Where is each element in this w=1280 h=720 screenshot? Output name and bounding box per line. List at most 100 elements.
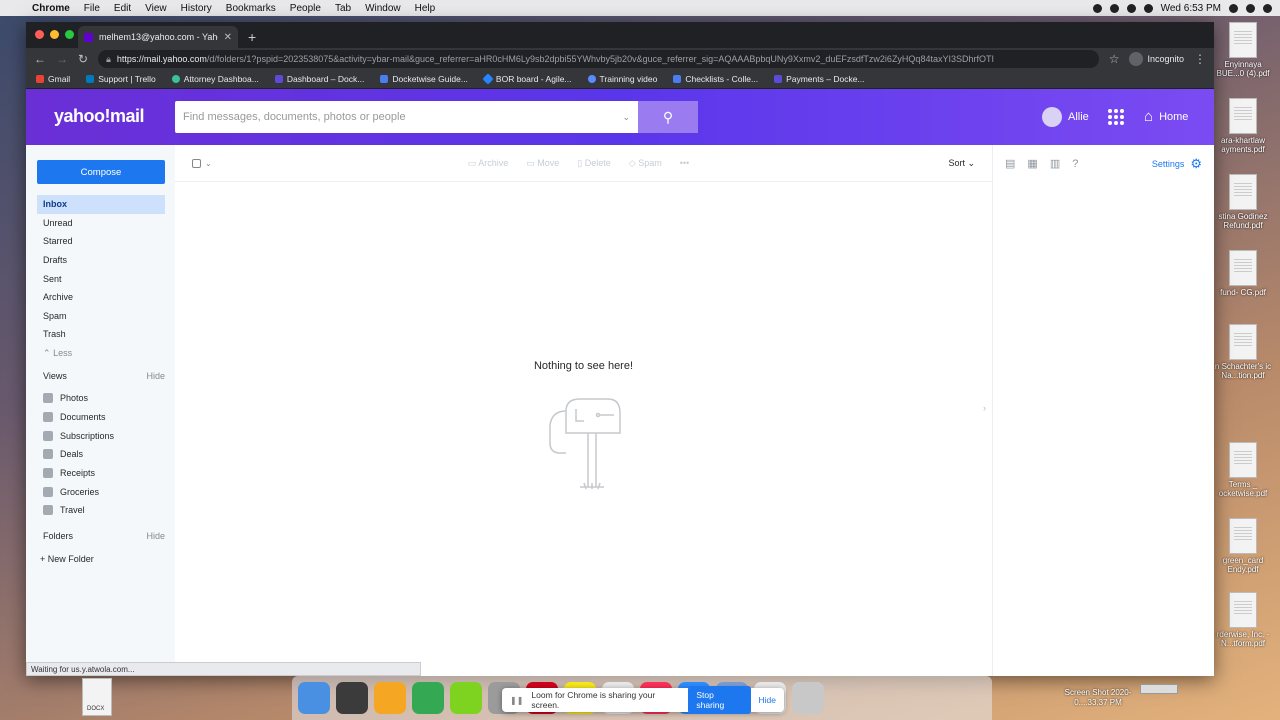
screenshot-thumbnail[interactable] bbox=[1140, 684, 1178, 694]
bookmark-item[interactable]: Payments – Docke... bbox=[774, 74, 865, 84]
menu-window[interactable]: Window bbox=[365, 3, 401, 14]
dock-app-icon[interactable] bbox=[336, 682, 368, 714]
bookmark-item[interactable]: Dashboard – Dock... bbox=[274, 74, 364, 84]
reload-icon[interactable]: ↻ bbox=[78, 52, 88, 66]
spam-button[interactable]: ◇ Spam bbox=[629, 158, 662, 169]
browser-tab[interactable]: melhem13@yahoo.com - Yahoo ✕ bbox=[78, 26, 238, 48]
archive-button[interactable]: ▭ Archive bbox=[468, 158, 509, 169]
dock-app-icon[interactable] bbox=[412, 682, 444, 714]
sidebar-item-travel[interactable]: Travel bbox=[43, 501, 165, 520]
search-icon[interactable] bbox=[1229, 3, 1238, 13]
menu-chrome[interactable]: Chrome bbox=[32, 3, 70, 14]
incognito-indicator[interactable]: Incognito bbox=[1129, 52, 1184, 66]
bookmark-item[interactable]: BOR board - Agile... bbox=[482, 73, 572, 85]
dock-app-icon[interactable] bbox=[298, 682, 330, 714]
views-hide-link[interactable]: Hide bbox=[146, 371, 165, 381]
yahoo-mail-logo[interactable]: yahoo!mail bbox=[54, 106, 145, 127]
sidebar-item-inbox[interactable]: Inbox bbox=[37, 195, 165, 214]
menu-view[interactable]: View bbox=[145, 3, 167, 14]
search-button[interactable]: ⚲ bbox=[638, 101, 698, 133]
desktop-file[interactable]: Enyinnaya BUE...0 (4).pdf bbox=[1210, 22, 1276, 78]
sidebar-item-trash[interactable]: Trash bbox=[37, 325, 165, 344]
forward-icon[interactable]: → bbox=[56, 52, 68, 66]
menu-tab[interactable]: Tab bbox=[335, 3, 351, 14]
menu-file[interactable]: File bbox=[84, 3, 100, 14]
dock-app-icon[interactable] bbox=[450, 682, 482, 714]
address-bar[interactable]: 🔒︎ https://mail.yahoo.com/d/folders/1?ps… bbox=[98, 50, 1099, 68]
zoom-window-icon[interactable] bbox=[65, 30, 74, 39]
desktop-file[interactable]: green_card Endy.pdf bbox=[1210, 518, 1276, 574]
new-folder-button[interactable]: + New Folder bbox=[40, 554, 94, 564]
dock-app-icon[interactable] bbox=[792, 682, 824, 714]
desktop-file[interactable]: Terms _ ocketwise.pdf bbox=[1210, 442, 1276, 498]
notepad-icon[interactable]: ▥ bbox=[1050, 157, 1060, 170]
bookmark-item[interactable]: Gmail bbox=[36, 74, 70, 84]
sidebar-item-spam[interactable]: Spam bbox=[37, 307, 165, 326]
siri-icon[interactable] bbox=[1246, 3, 1255, 13]
more-actions-button[interactable]: ••• bbox=[680, 158, 689, 168]
chevron-down-icon[interactable]: ⌄ bbox=[205, 159, 212, 168]
delete-button[interactable]: ▯ Delete bbox=[577, 158, 610, 169]
desktop-file[interactable]: n Schachter's ic Na...tion.pdf bbox=[1210, 324, 1276, 380]
select-all-checkbox[interactable] bbox=[192, 158, 201, 168]
folders-hide-link[interactable]: Hide bbox=[146, 531, 165, 541]
sidebar-less-toggle[interactable]: ⌃ Less bbox=[37, 344, 165, 363]
apps-grid-icon[interactable] bbox=[1108, 109, 1124, 125]
sidebar-item-unread[interactable]: Unread bbox=[37, 214, 165, 233]
sidebar-item-archive[interactable]: Archive bbox=[37, 288, 165, 307]
menu-people[interactable]: People bbox=[290, 3, 321, 14]
contacts-icon[interactable]: ▤ bbox=[1005, 157, 1015, 170]
battery-icon[interactable] bbox=[1143, 3, 1153, 13]
chrome-menu-icon[interactable]: ⋮ bbox=[1194, 52, 1206, 66]
menu-edit[interactable]: Edit bbox=[114, 3, 131, 14]
back-icon[interactable]: ← bbox=[34, 52, 46, 66]
bookmark-item[interactable]: Checklists - Colle... bbox=[673, 74, 758, 84]
search-input[interactable]: Find messages, documents, photos or peop… bbox=[175, 101, 638, 133]
minimize-window-icon[interactable] bbox=[50, 30, 59, 39]
sidebar-item-drafts[interactable]: Drafts bbox=[37, 251, 165, 270]
new-tab-button[interactable]: + bbox=[248, 29, 256, 45]
sidebar-item-receipts[interactable]: Receipts bbox=[43, 464, 165, 483]
pause-icon[interactable]: ❚❚ bbox=[510, 696, 523, 705]
user-profile[interactable]: Allie bbox=[1042, 107, 1089, 127]
bookmark-item[interactable]: Attorney Dashboa... bbox=[171, 74, 259, 84]
hide-banner-button[interactable]: Hide bbox=[759, 695, 776, 705]
home-link[interactable]: ⌂ Home bbox=[1144, 108, 1188, 125]
desktop-file[interactable]: fund- CG.pdf bbox=[1210, 250, 1276, 297]
sidebar-item-deals[interactable]: Deals bbox=[43, 445, 165, 464]
loom-icon[interactable] bbox=[1109, 3, 1119, 13]
sidebar-item-photos[interactable]: Photos bbox=[43, 389, 165, 408]
microphone-icon[interactable] bbox=[1092, 3, 1102, 13]
settings-button[interactable]: Settings ⚙ bbox=[1152, 156, 1202, 172]
calendar-icon[interactable]: ▦ bbox=[1027, 157, 1037, 170]
chevron-right-icon[interactable]: › bbox=[983, 403, 986, 413]
desktop-screenshot-file[interactable]: Screen Shot 2020-0....33.37 PM bbox=[1052, 688, 1144, 708]
sidebar-item-sent[interactable]: Sent bbox=[37, 269, 165, 288]
sidebar-item-starred[interactable]: Starred bbox=[37, 232, 165, 251]
stop-sharing-button[interactable]: Stop sharing bbox=[688, 686, 751, 714]
move-button[interactable]: ▭ Move bbox=[526, 158, 559, 169]
desktop-file[interactable]: DOCX bbox=[80, 678, 114, 716]
menubar-clock[interactable]: Wed 6:53 PM bbox=[1161, 3, 1221, 14]
menu-bookmarks[interactable]: Bookmarks bbox=[226, 3, 276, 14]
desktop-file[interactable]: ara-khartlaw ayments.pdf bbox=[1210, 98, 1276, 154]
sidebar-item-documents[interactable]: Documents bbox=[43, 408, 165, 427]
help-icon[interactable]: ? bbox=[1072, 158, 1078, 170]
sidebar-item-subscriptions[interactable]: Subscriptions bbox=[43, 426, 165, 445]
menu-history[interactable]: History bbox=[181, 3, 212, 14]
bookmark-item[interactable]: Docketwise Guide... bbox=[380, 74, 468, 84]
bookmark-item[interactable]: Trainning video bbox=[587, 74, 657, 84]
bookmark-star-icon[interactable]: ☆ bbox=[1109, 52, 1120, 66]
bookmark-item[interactable]: Support | Trello bbox=[86, 74, 156, 84]
wifi-icon[interactable] bbox=[1126, 3, 1136, 13]
sort-button[interactable]: Sort ⌄ bbox=[948, 158, 975, 169]
compose-button[interactable]: Compose bbox=[37, 160, 165, 184]
control-center-icon[interactable] bbox=[1263, 3, 1272, 13]
menu-help[interactable]: Help bbox=[415, 3, 436, 14]
desktop-file[interactable]: stina Godinez Refund.pdf bbox=[1210, 174, 1276, 230]
chevron-down-icon[interactable]: ⌄ bbox=[622, 112, 630, 123]
desktop-file[interactable]: rderwise, Inc. - N...tform.pdf bbox=[1210, 592, 1276, 648]
dock-app-icon[interactable] bbox=[374, 682, 406, 714]
close-tab-icon[interactable]: ✕ bbox=[224, 32, 232, 43]
close-window-icon[interactable] bbox=[35, 30, 44, 39]
